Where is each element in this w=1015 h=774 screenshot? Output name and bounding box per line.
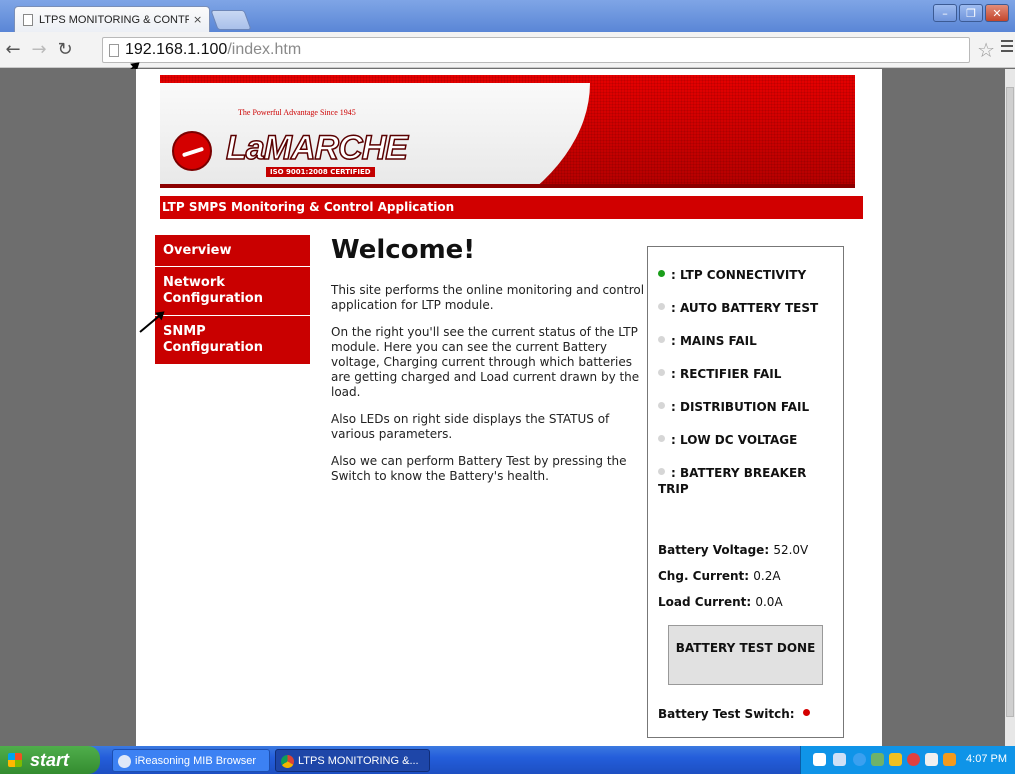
network-icon[interactable] [833,753,846,766]
web-page: The Powerful Advantage Since 1945 LaMARC… [136,69,882,746]
tray-ime-icon[interactable] [925,753,938,766]
iso-certification: ISO 9001:2008 CERTIFIED [266,167,375,177]
leds-paragraph: Also LEDs on right side displays the STA… [331,412,610,441]
left-menu: Overview Network Configuration SNMP Conf… [155,235,310,365]
chg-current-label: Chg. Current: [658,569,750,583]
led-row-low-dc-voltage: : LOW DC VOLTAGE [658,432,838,448]
main-content: Welcome! This site performs the online m… [331,235,646,496]
chrome-icon [281,755,294,768]
battery-voltage-label: Battery Voltage: [658,543,770,557]
tray-arrow-icon[interactable] [853,753,866,766]
system-tray: 4:07 PM [800,746,1015,774]
header-banner: The Powerful Advantage Since 1945 LaMARC… [160,75,855,188]
tray-app-icon[interactable] [871,753,884,766]
battery-test-paragraph: Also we can perform Battery Test by pres… [331,454,627,483]
led-row-distribution-fail: : DISTRIBUTION FAIL [658,399,838,415]
load-current-label: Load Current: [658,595,752,609]
status-led-icon [658,303,665,310]
tray-update-icon[interactable] [943,753,956,766]
led-row-rectifier-fail: : RECTIFIER FAIL [658,366,838,382]
switch-led-icon[interactable] [802,709,810,716]
page-viewport: The Powerful Advantage Since 1945 LaMARC… [0,69,1015,746]
document-icon [109,43,119,57]
load-current-value: 0.0A [755,595,783,609]
status-led-icon [658,435,665,442]
status-led-icon [658,369,665,376]
shield-icon[interactable] [889,753,902,766]
status-paragraph: On the right you'll see the current stat… [331,325,640,399]
load-current-readout: Load Current: 0.0A [658,595,783,609]
brand-name: LaMARCHE [225,128,408,168]
antivirus-icon[interactable] [907,753,920,766]
status-led-icon [658,402,665,409]
minimize-icon[interactable]: – [933,4,957,22]
led-row-ltp-connectivity: : LTP CONNECTIVITY [658,267,838,283]
windows-taskbar: start iReasoning MIB Browser LTPS MONITO… [0,746,1015,774]
chg-current-readout: Chg. Current: 0.2A [658,569,781,583]
taskbar-item-mib-browser[interactable]: iReasoning MIB Browser [112,749,270,772]
tab-title: LTPS MONITORING & CONTR [39,13,189,26]
restore-icon[interactable]: ❐ [959,4,983,22]
lamarche-logo-icon [172,131,212,171]
switch-label: Battery Test Switch: [658,707,795,721]
led-label: : AUTO BATTERY TEST [671,301,819,315]
forward-arrow-icon[interactable]: → [26,39,52,60]
battery-voltage-readout: Battery Voltage: 52.0V [658,543,808,557]
help-icon[interactable] [813,753,826,766]
page-title: Welcome! [331,235,476,265]
menu-item-overview[interactable]: Overview [155,235,310,267]
close-window-icon[interactable]: ✕ [985,4,1009,22]
window-controls: – ❐ ✕ [933,4,1009,22]
taskbar-item-chrome[interactable]: LTPS MONITORING &... [275,749,430,772]
led-row-auto-battery-test: : AUTO BATTERY TEST [658,300,838,316]
task-label: iReasoning MIB Browser [135,755,257,767]
browser-tab[interactable]: LTPS MONITORING & CONTR × [14,6,210,32]
browser-title-bar: LTPS MONITORING & CONTR × – ❐ ✕ [0,0,1015,32]
windows-flag-icon [8,753,22,767]
back-arrow-icon[interactable]: ← [0,39,26,60]
menu-item-network-configuration[interactable]: Network Configuration [155,267,310,316]
mib-browser-icon [118,755,131,768]
vertical-scrollbar[interactable] [1005,69,1015,746]
address-bar[interactable]: 192.168.1.100 /index.htm [102,37,970,63]
led-label: : BATTERY BREAKER TRIP [658,466,807,496]
status-led-icon [658,270,665,277]
app-title: LTP SMPS Monitoring & Control Applicatio… [160,196,863,219]
led-row-battery-breaker-trip: : BATTERY BREAKER TRIP [658,465,828,497]
scrollbar-thumb[interactable] [1006,87,1014,717]
url-path: /index.htm [227,41,302,58]
status-led-icon [658,336,665,343]
url-host: 192.168.1.100 [125,41,228,58]
battery-test-button[interactable]: BATTERY TEST DONE [668,625,823,685]
start-label: start [30,750,70,770]
new-tab-button[interactable] [210,10,252,30]
led-label: : MAINS FAIL [671,334,757,348]
bookmark-star-icon[interactable]: ☆ [977,38,995,62]
task-label: LTPS MONITORING &... [298,755,419,767]
led-label: : RECTIFIER FAIL [671,367,782,381]
menu-item-snmp-configuration[interactable]: SNMP Configuration [155,316,310,365]
chg-current-value: 0.2A [753,569,781,583]
banner-underline [160,184,855,188]
led-label: : DISTRIBUTION FAIL [671,400,810,414]
led-label: : LTP CONNECTIVITY [671,268,807,282]
start-button[interactable]: start [0,746,100,774]
led-label: : LOW DC VOLTAGE [671,433,798,447]
battery-test-switch: Battery Test Switch: [658,707,816,721]
page-icon [23,13,33,26]
tab-close-icon[interactable]: × [193,13,202,26]
banner-tagline: The Powerful Advantage Since 1945 [238,108,356,117]
led-row-mains-fail: : MAINS FAIL [658,333,838,349]
status-led-icon [658,468,665,475]
status-panel: : LTP CONNECTIVITY : AUTO BATTERY TEST :… [647,246,844,738]
hamburger-menu-icon[interactable] [1001,40,1013,55]
intro-paragraph: This site performs the online monitoring… [331,283,645,312]
taskbar-clock: 4:07 PM [966,753,1007,765]
browser-toolbar: ← → ↻ 192.168.1.100 /index.htm ☆ [0,32,1015,68]
battery-voltage-value: 52.0V [773,543,809,557]
reload-icon[interactable]: ↻ [52,39,78,60]
